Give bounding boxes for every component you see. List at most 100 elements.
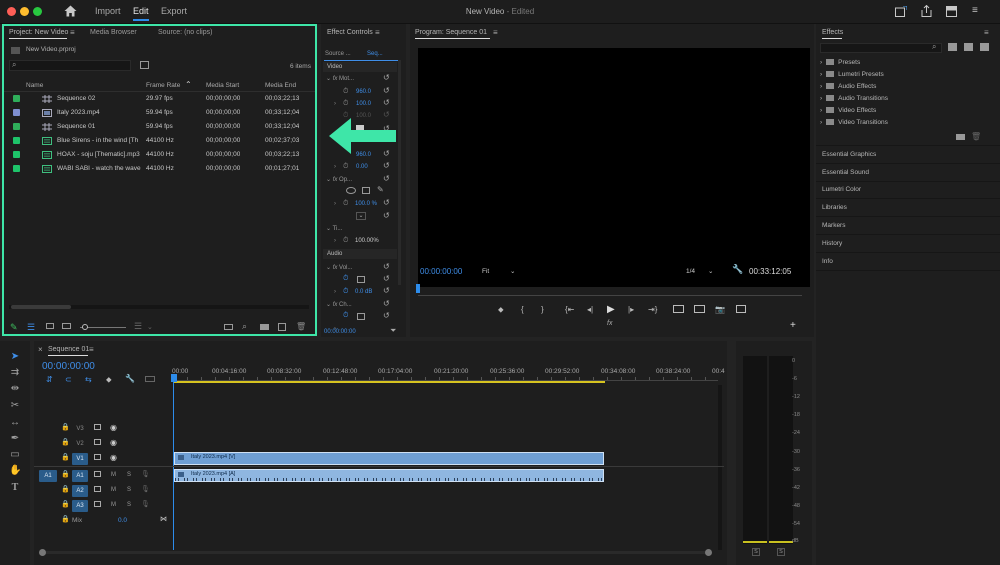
microphone-icon[interactable]: 🎙: [141, 500, 150, 508]
sync-lock-icon[interactable]: [94, 439, 101, 445]
project-tab-menu-icon[interactable]: ≡: [70, 28, 75, 37]
sort-dropdown-icon[interactable]: ⌄: [147, 323, 153, 331]
program-menu-icon[interactable]: ≡: [493, 28, 498, 37]
go-to-out-icon[interactable]: ⇥}: [648, 305, 657, 314]
reset-icon[interactable]: ↺: [383, 174, 390, 183]
nest-toggle-icon[interactable]: ⇵: [46, 375, 53, 384]
step-forward-icon[interactable]: |▸: [628, 305, 634, 314]
table-row[interactable]: Sequence 02 29.97 fps 00;00;00;00 00;03;…: [4, 92, 315, 106]
ec-time-remap-row[interactable]: ⌄ Ti...: [326, 225, 342, 232]
tab-media-browser[interactable]: Media Browser: [90, 29, 137, 36]
new-custom-bin-icon[interactable]: [956, 134, 965, 140]
mark-in-icon[interactable]: {: [521, 305, 524, 314]
pencil-icon[interactable]: ✎: [10, 322, 18, 333]
label-color-swatch[interactable]: [13, 165, 20, 172]
panel-markers[interactable]: Markers: [822, 222, 845, 229]
chevron-right-icon[interactable]: ›: [334, 201, 336, 207]
add-marker-icon[interactable]: ⬥: [106, 375, 112, 385]
chevron-right-icon[interactable]: ›: [334, 101, 336, 107]
freeform-view-icon[interactable]: [62, 323, 71, 329]
program-timecode-current[interactable]: 00:00:00:00: [420, 267, 462, 276]
chevron-down-icon[interactable]: ⌄: [326, 302, 331, 308]
tab-effects[interactable]: Effects: [822, 29, 843, 36]
minimize-window-button[interactable]: [20, 7, 29, 16]
chevron-down-icon[interactable]: ⌄: [326, 265, 331, 271]
ec-source-tab[interactable]: Source ...: [325, 51, 351, 57]
timeline-timecode[interactable]: 00:00:00:00: [42, 361, 95, 372]
mix-end-icon[interactable]: ⋈: [160, 515, 167, 523]
reset-icon[interactable]: ↺: [383, 98, 390, 107]
solo-button[interactable]: S: [127, 487, 131, 493]
type-tool-icon[interactable]: T: [9, 482, 21, 493]
timeline-settings-icon[interactable]: 🔧: [125, 374, 135, 383]
program-playhead[interactable]: [416, 284, 420, 293]
chevron-right-icon[interactable]: ›: [334, 289, 336, 295]
tab-source[interactable]: Source: (no clips): [158, 29, 212, 36]
panel-history[interactable]: History: [822, 240, 842, 247]
panel-info[interactable]: Info: [822, 258, 833, 265]
column-name[interactable]: Name: [26, 82, 43, 89]
filter-icon[interactable]: ⏷: [390, 326, 396, 336]
stopwatch-icon[interactable]: ⏱: [343, 288, 348, 296]
new-bin-search-icon[interactable]: [140, 61, 149, 69]
chevron-right-icon[interactable]: ›: [334, 164, 336, 170]
sort-icon[interactable]: ☰: [134, 321, 142, 332]
ec-channel-row[interactable]: ⌄ fx Ch...: [326, 301, 352, 308]
panel-layout-icon[interactable]: [946, 6, 957, 17]
ec-opacity-row[interactable]: ⌄ fx Op...: [326, 176, 352, 183]
ec-sequence-tab[interactable]: Seq...: [367, 51, 383, 57]
label-color-swatch[interactable]: [13, 95, 20, 102]
label-color-swatch[interactable]: [13, 123, 20, 130]
track-target-v1[interactable]: V1: [72, 453, 88, 465]
track-target-v2[interactable]: V2: [72, 439, 88, 449]
track-target-v3[interactable]: V3: [72, 424, 88, 434]
channel-bypass-checkbox[interactable]: [357, 313, 365, 320]
sync-lock-icon[interactable]: [94, 454, 101, 460]
effects-folder[interactable]: › Video Transitions: [820, 119, 888, 126]
reset-icon[interactable]: ↺: [383, 286, 390, 295]
effects-menu-icon[interactable]: ≡: [984, 28, 989, 37]
label-color-swatch[interactable]: [13, 137, 20, 144]
chevron-down-icon[interactable]: ⌄: [326, 76, 331, 82]
workspace-menu-icon[interactable]: ≡: [972, 5, 978, 16]
panel-libraries[interactable]: Libraries: [822, 204, 847, 211]
track-target-a2[interactable]: A2: [72, 485, 88, 497]
go-to-in-icon[interactable]: {⇤: [565, 305, 574, 314]
video-clip[interactable]: Italy 2023.mp4 [V]: [174, 452, 604, 465]
reset-icon[interactable]: ↺: [383, 73, 390, 82]
reset-icon[interactable]: ↺: [383, 86, 390, 95]
tab-program[interactable]: Program: Sequence 01: [415, 29, 487, 36]
extract-icon[interactable]: [694, 305, 705, 313]
nav-export[interactable]: Export: [161, 6, 187, 16]
ripple-edit-tool-icon[interactable]: ⇹: [9, 383, 21, 394]
resolution-dropdown[interactable]: 1/4 ⌄: [686, 266, 720, 277]
accelerated-effects-icon[interactable]: [948, 43, 957, 51]
column-frame-rate[interactable]: Frame Rate: [146, 82, 180, 89]
solo-button[interactable]: S: [127, 472, 131, 478]
reset-icon[interactable]: ↺: [383, 198, 390, 207]
share-icon[interactable]: [921, 5, 932, 17]
solo-right-button[interactable]: S: [777, 548, 785, 556]
stopwatch-icon[interactable]: ⏱: [343, 312, 348, 320]
effect-controls-menu-icon[interactable]: ≡: [375, 28, 380, 37]
panel-lumetri-color[interactable]: Lumetri Color: [822, 186, 861, 193]
audio-clip[interactable]: Italy 2023.mp4 [A]: [174, 469, 604, 482]
close-window-button[interactable]: [7, 7, 16, 16]
mute-button[interactable]: M: [111, 472, 116, 478]
rectangle-tool-icon[interactable]: ▭: [9, 449, 21, 460]
eye-icon[interactable]: ◉: [110, 423, 117, 432]
linked-selection-icon[interactable]: ⇆: [85, 375, 92, 384]
button-editor-icon[interactable]: +: [790, 320, 796, 331]
list-view-icon[interactable]: ☰: [27, 322, 35, 333]
reset-icon[interactable]: ↺: [383, 161, 390, 170]
mute-button[interactable]: M: [111, 502, 116, 508]
razor-tool-icon[interactable]: ✂: [9, 400, 21, 411]
stopwatch-icon[interactable]: ⏱: [343, 88, 348, 96]
chevron-right-icon[interactable]: ›: [334, 238, 336, 244]
trash-icon[interactable]: 🗑: [971, 132, 981, 141]
quick-export-icon[interactable]: [895, 6, 907, 17]
selection-tool-icon[interactable]: ➤: [9, 351, 21, 362]
lock-icon[interactable]: 🔒: [61, 453, 70, 461]
tab-project[interactable]: Project: New Video: [9, 29, 68, 36]
lock-icon[interactable]: 🔒: [61, 500, 70, 508]
